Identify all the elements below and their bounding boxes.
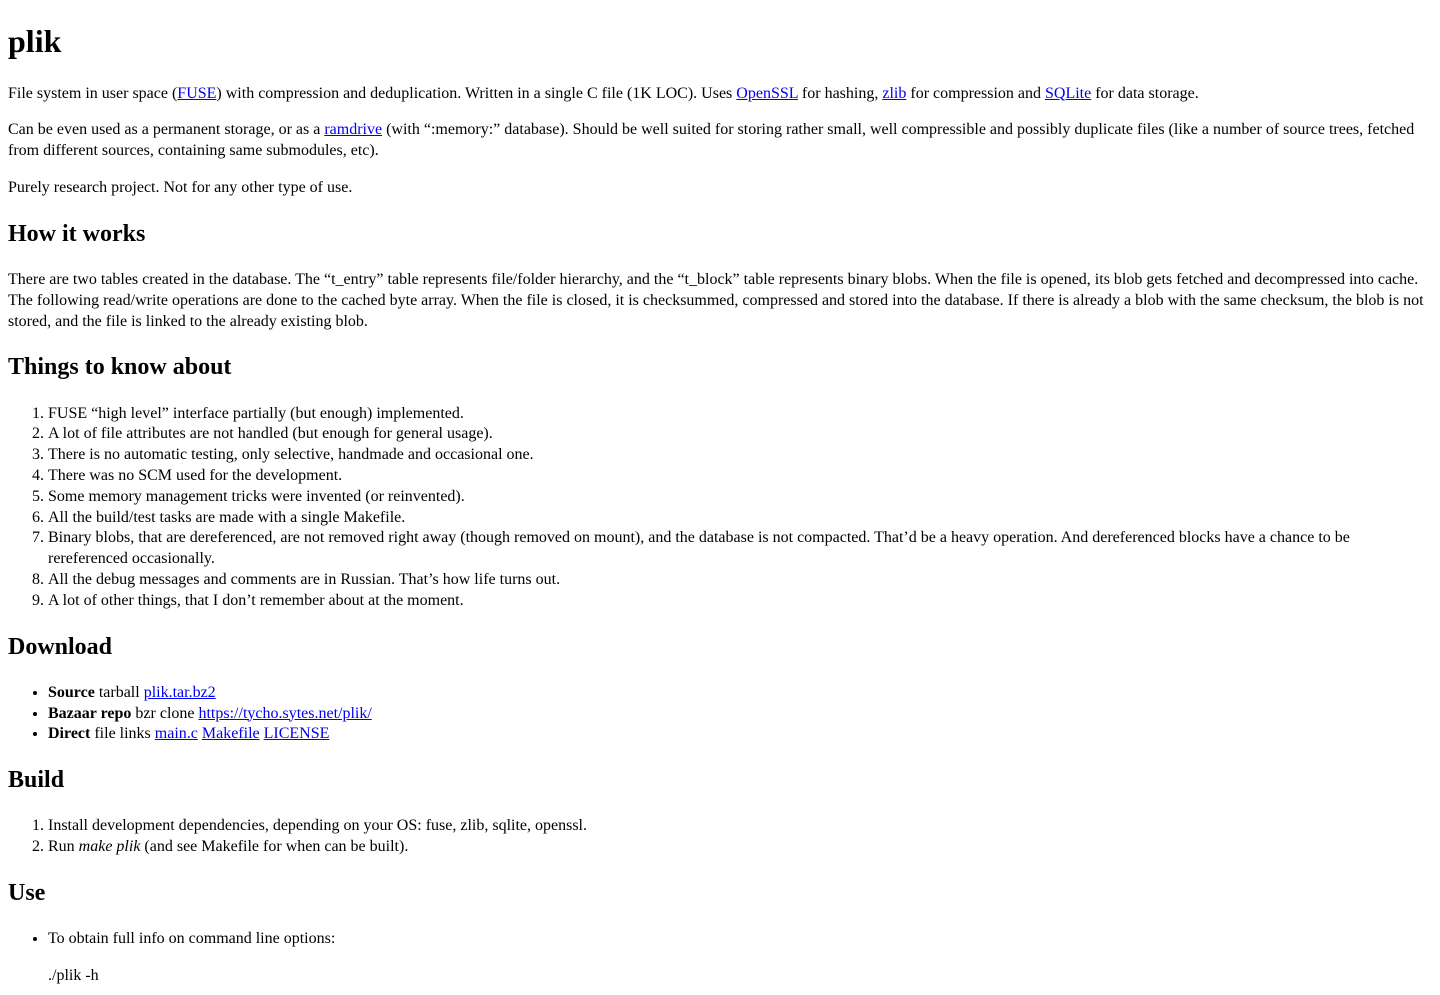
link-ramdrive[interactable]: ramdrive bbox=[324, 121, 382, 138]
list-item: All the debug messages and comments are … bbox=[48, 570, 1432, 591]
intro-paragraph-3: Purely research project. Not for any oth… bbox=[8, 178, 1432, 199]
how-it-works-heading: How it works bbox=[8, 219, 1432, 250]
build-heading: Build bbox=[8, 765, 1432, 796]
list-item: Source tarball plik.tar.bz2 bbox=[48, 683, 1432, 704]
text: (and see Makefile for when can be built)… bbox=[140, 838, 408, 855]
things-list: FUSE “high level” interface partially (b… bbox=[8, 404, 1432, 612]
page-title: plik bbox=[8, 21, 1432, 63]
link-makefile[interactable]: Makefile bbox=[202, 725, 260, 742]
use-heading: Use bbox=[8, 878, 1432, 909]
text: tarball bbox=[95, 684, 144, 701]
how-it-works-text: There are two tables created in the data… bbox=[8, 270, 1432, 332]
list-item: Run make plik (and see Makefile for when… bbox=[48, 837, 1432, 858]
things-heading: Things to know about bbox=[8, 352, 1432, 383]
text: for data storage. bbox=[1091, 85, 1199, 102]
text: for hashing, bbox=[798, 85, 882, 102]
intro-paragraph-1: File system in user space (FUSE) with co… bbox=[8, 84, 1432, 105]
build-list: Install development dependencies, depend… bbox=[8, 816, 1432, 858]
link-source-tarball[interactable]: plik.tar.bz2 bbox=[144, 684, 216, 701]
intro-paragraph-2: Can be even used as a permanent storage,… bbox=[8, 120, 1432, 162]
text: file links bbox=[90, 725, 154, 742]
list-item: Some memory management tricks were inven… bbox=[48, 487, 1432, 508]
list-item: All the build/test tasks are made with a… bbox=[48, 508, 1432, 529]
list-item: Binary blobs, that are dereferenced, are… bbox=[48, 528, 1432, 570]
list-item: A lot of other things, that I don’t reme… bbox=[48, 591, 1432, 612]
link-bazaar-repo[interactable]: https://tycho.sytes.net/plik/ bbox=[198, 705, 371, 722]
text: ) with compression and deduplication. Wr… bbox=[216, 85, 736, 102]
list-item: A lot of file attributes are not handled… bbox=[48, 424, 1432, 445]
download-heading: Download bbox=[8, 632, 1432, 663]
text: Run bbox=[48, 838, 79, 855]
use-list: To obtain full info on command line opti… bbox=[8, 929, 1432, 950]
link-license[interactable]: LICENSE bbox=[264, 725, 330, 742]
text: for compression and bbox=[906, 85, 1045, 102]
label: Bazaar repo bbox=[48, 705, 131, 722]
list-item: There was no SCM used for the developmen… bbox=[48, 466, 1432, 487]
list-item: Direct file links main.c Makefile LICENS… bbox=[48, 724, 1432, 745]
list-item: To obtain full info on command line opti… bbox=[48, 929, 1432, 950]
label: Source bbox=[48, 684, 95, 701]
emphasis: make plik bbox=[79, 838, 141, 855]
text: Can be even used as a permanent storage,… bbox=[8, 121, 324, 138]
list-item: FUSE “high level” interface partially (b… bbox=[48, 404, 1432, 425]
link-openssl[interactable]: OpenSSL bbox=[736, 85, 798, 102]
link-fuse[interactable]: FUSE bbox=[177, 85, 216, 102]
link-main-c[interactable]: main.c bbox=[155, 725, 198, 742]
text: bzr clone bbox=[131, 705, 198, 722]
link-zlib[interactable]: zlib bbox=[882, 85, 906, 102]
label: Direct bbox=[48, 725, 90, 742]
link-sqlite[interactable]: SQLite bbox=[1045, 85, 1091, 102]
text: File system in user space ( bbox=[8, 85, 177, 102]
code-block: ./plik -h bbox=[48, 966, 1432, 987]
list-item: Install development dependencies, depend… bbox=[48, 816, 1432, 837]
download-list: Source tarball plik.tar.bz2 Bazaar repo … bbox=[8, 683, 1432, 745]
list-item: Bazaar repo bzr clone https://tycho.syte… bbox=[48, 704, 1432, 725]
list-item: There is no automatic testing, only sele… bbox=[48, 445, 1432, 466]
